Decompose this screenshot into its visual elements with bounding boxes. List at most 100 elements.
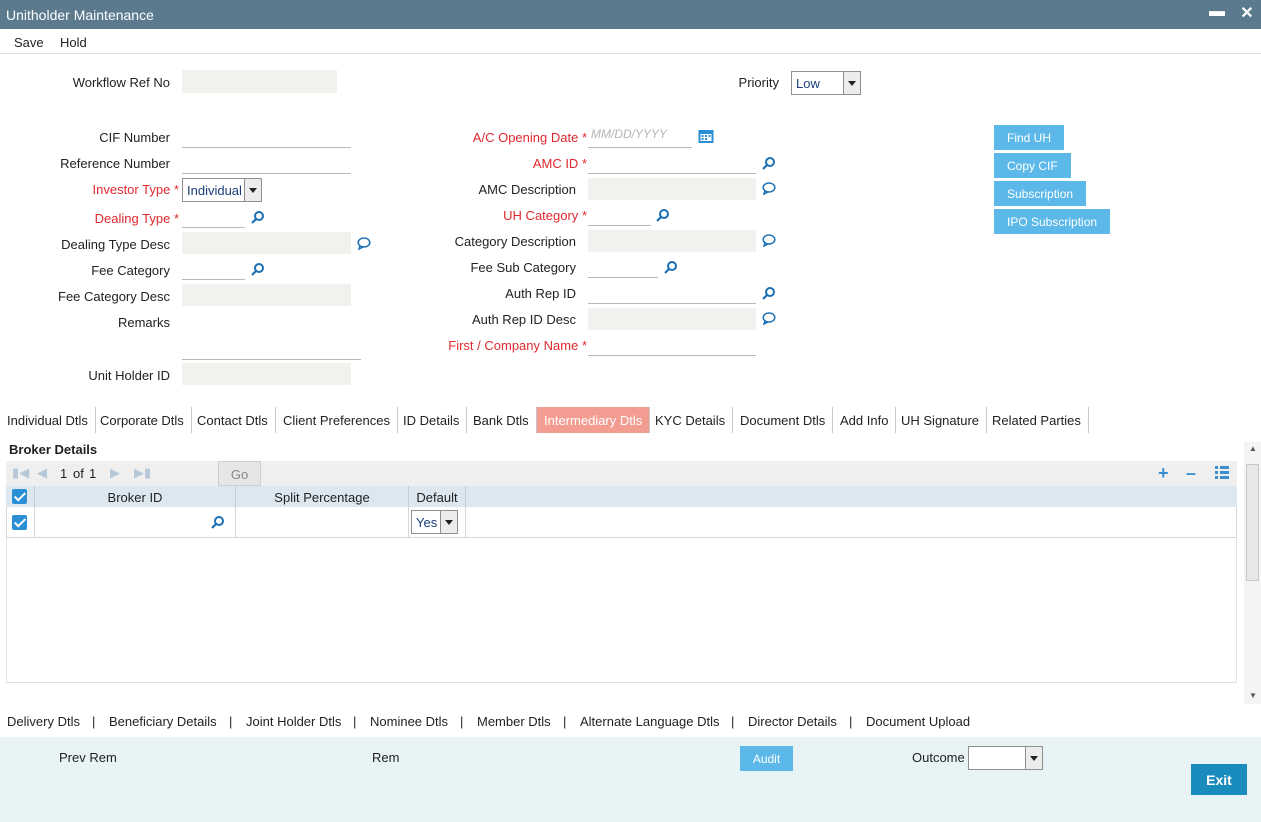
auth-rep-id-desc-field: [588, 308, 756, 330]
default-header[interactable]: Default: [409, 486, 466, 507]
dealing-type-field[interactable]: [182, 206, 245, 228]
required-mark: *: [581, 338, 587, 353]
search-icon[interactable]: [762, 286, 776, 300]
page-total: 1: [89, 466, 97, 481]
comment-icon[interactable]: [357, 237, 371, 250]
chevron-down-icon[interactable]: [440, 511, 457, 533]
prev-rem-label: Prev Rem: [59, 750, 117, 765]
unit-holder-id-label: Unit Holder ID: [88, 368, 170, 383]
last-page-icon[interactable]: ▶▮: [134, 465, 151, 481]
amc-id-field[interactable]: [588, 152, 756, 174]
dealing-type-desc-label: Dealing Type Desc: [61, 237, 170, 252]
scroll-thumb[interactable]: [1246, 464, 1259, 581]
search-icon[interactable]: [251, 210, 265, 224]
tab-contact-dtls[interactable]: Contact Dtls: [190, 407, 276, 433]
save-menu-item[interactable]: Save: [14, 35, 44, 50]
comment-icon[interactable]: [762, 234, 776, 247]
joint-holder-dtls-link[interactable]: Joint Holder Dtls: [246, 714, 341, 729]
tab-uh-signature[interactable]: UH Signature: [894, 407, 988, 433]
first-company-name-label: First / Company Name *: [448, 338, 587, 353]
member-dtls-link[interactable]: Member Dtls: [477, 714, 551, 729]
director-details-link[interactable]: Director Details: [748, 714, 837, 729]
tab-related-parties[interactable]: Related Parties: [985, 407, 1089, 433]
reference-number-label: Reference Number: [60, 156, 170, 171]
chevron-down-icon[interactable]: [244, 179, 261, 201]
investor-type-select[interactable]: Individual: [182, 178, 262, 202]
outcome-select[interactable]: [968, 746, 1043, 770]
search-icon[interactable]: [664, 260, 678, 274]
cif-number-field[interactable]: [182, 126, 351, 148]
delete-row-icon[interactable]: –: [1186, 463, 1196, 484]
search-icon[interactable]: [251, 262, 265, 276]
fee-category-field[interactable]: [182, 258, 245, 280]
tab-add-info[interactable]: Add Info: [833, 407, 897, 433]
first-company-name-field[interactable]: [588, 334, 756, 356]
close-button[interactable]: ✕: [1237, 3, 1257, 25]
chevron-down-icon[interactable]: [843, 72, 860, 94]
beneficiary-details-link[interactable]: Beneficiary Details: [109, 714, 217, 729]
search-icon[interactable]: [211, 515, 225, 529]
scroll-up-icon[interactable]: ▲: [1249, 444, 1257, 453]
audit-button[interactable]: Audit: [740, 746, 793, 771]
search-icon[interactable]: [762, 156, 776, 170]
split-percentage-cell[interactable]: [236, 507, 409, 537]
comment-icon[interactable]: [762, 182, 776, 195]
tab-client-preferences[interactable]: Client Preferences: [276, 407, 398, 433]
delivery-dtls-link[interactable]: Delivery Dtls: [7, 714, 80, 729]
hold-menu-item[interactable]: Hold: [60, 35, 87, 50]
tab-intermediary-dtls[interactable]: Intermediary Dtls: [537, 407, 651, 433]
workflow-ref-no-field: [182, 70, 337, 93]
date-placeholder: MM/DD/YYYY: [591, 127, 668, 141]
tab-id-details[interactable]: ID Details: [396, 407, 468, 433]
reference-number-field[interactable]: [182, 152, 351, 174]
priority-select[interactable]: Low: [791, 71, 861, 95]
subscription-button[interactable]: Subscription: [994, 181, 1087, 206]
auth-rep-id-field[interactable]: [588, 282, 756, 304]
list-view-icon[interactable]: [1215, 466, 1229, 479]
document-upload-link[interactable]: Document Upload: [866, 714, 970, 729]
exit-button[interactable]: Exit: [1191, 764, 1247, 795]
add-row-icon[interactable]: +: [1158, 463, 1169, 484]
nominee-dtls-link[interactable]: Nominee Dtls: [370, 714, 448, 729]
dealing-type-label: Dealing Type *: [95, 211, 179, 226]
dealing-type-desc-field: [182, 232, 351, 254]
search-icon[interactable]: [656, 208, 670, 222]
comment-icon[interactable]: [762, 312, 776, 325]
required-mark: *: [581, 156, 587, 171]
ipo-subscription-button[interactable]: IPO Subscription: [994, 209, 1111, 234]
next-page-icon[interactable]: ▶: [110, 465, 120, 481]
split-percentage-header[interactable]: Split Percentage: [236, 486, 409, 507]
first-page-icon[interactable]: ▮◀: [12, 465, 29, 481]
link-separator: |: [229, 714, 233, 729]
tab-corporate-dtls[interactable]: Corporate Dtls: [93, 407, 192, 433]
find-uh-button[interactable]: Find UH: [994, 125, 1065, 150]
uh-category-field[interactable]: [588, 204, 651, 226]
scroll-down-icon[interactable]: ▼: [1249, 691, 1257, 700]
ac-opening-date-field[interactable]: MM/DD/YYYY: [588, 126, 692, 148]
fee-category-label: Fee Category: [91, 263, 170, 278]
select-all-checkbox[interactable]: [12, 489, 27, 504]
broker-id-header[interactable]: Broker ID: [35, 486, 236, 507]
broker-id-cell[interactable]: [35, 507, 236, 537]
go-button[interactable]: Go: [218, 461, 261, 486]
fee-sub-category-field[interactable]: [588, 256, 658, 278]
minimize-button[interactable]: ▬: [1207, 3, 1227, 25]
prev-page-icon[interactable]: ◀: [37, 465, 47, 481]
link-separator: |: [460, 714, 464, 729]
menu-bar: Save Hold: [0, 29, 1261, 54]
row-checkbox[interactable]: [12, 515, 27, 530]
vertical-scrollbar[interactable]: ▲ ▼: [1244, 442, 1261, 704]
calendar-icon[interactable]: [698, 129, 714, 144]
chevron-down-icon[interactable]: [1025, 747, 1042, 769]
alternate-language-dtls-link[interactable]: Alternate Language Dtls: [580, 714, 719, 729]
page-of: of: [73, 466, 84, 481]
copy-cif-button[interactable]: Copy CIF: [994, 153, 1071, 178]
tab-individual-dtls[interactable]: Individual Dtls: [0, 407, 96, 433]
remarks-field[interactable]: [182, 314, 361, 360]
uh-category-label-text: UH Category: [503, 208, 579, 223]
tab-kyc-details[interactable]: KYC Details: [648, 407, 734, 433]
amc-id-label: AMC ID *: [533, 156, 587, 171]
default-select[interactable]: Yes: [411, 510, 458, 534]
tab-document-dtls[interactable]: Document Dtls: [733, 407, 834, 433]
tab-bank-dtls[interactable]: Bank Dtls: [466, 407, 537, 433]
